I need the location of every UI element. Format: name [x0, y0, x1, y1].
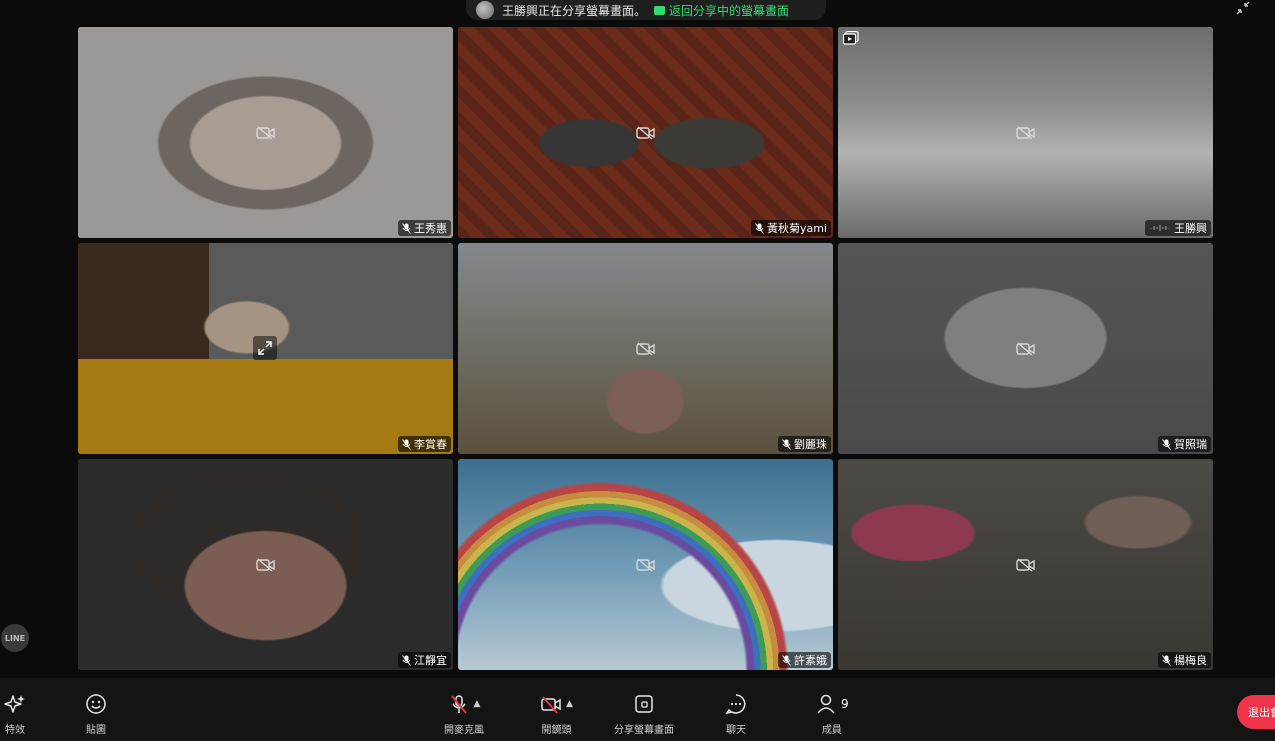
share-screen-label: 分享螢幕畫面	[614, 725, 674, 736]
return-to-share-button[interactable]: 返回分享中的螢幕畫面	[654, 2, 789, 19]
mic-off-icon	[782, 654, 791, 666]
camera-off-icon	[635, 341, 655, 356]
mic-off-icon	[1162, 438, 1171, 450]
mic-toggle-button[interactable]: ▲ 開麥克風	[444, 692, 484, 736]
mic-off-icon	[402, 654, 411, 666]
chat-label: 聊天	[726, 725, 746, 736]
effects-label: 特效	[5, 725, 25, 736]
camera-off-icon	[541, 696, 561, 714]
participant-tile[interactable]: 黃秋菊yami	[458, 27, 833, 238]
stickers-button[interactable]: 貼圖	[85, 692, 107, 736]
participant-name: 楊梅良	[1174, 654, 1207, 667]
chat-button[interactable]: 聊天	[725, 692, 747, 736]
camera-options-chevron-icon[interactable]: ▲	[566, 699, 573, 709]
participant-name-tag: 劉麗珠	[778, 436, 831, 452]
participant-name: 李賞春	[414, 438, 447, 451]
mic-label: 開麥克風	[444, 725, 484, 736]
expand-icon[interactable]	[253, 336, 277, 360]
camera-off-icon	[255, 125, 275, 140]
participant-tile[interactable]: 劉麗珠	[458, 243, 833, 454]
screen-share-banner: 王勝興正在分享螢幕畫面。 返回分享中的螢幕畫面	[466, 0, 826, 20]
participant-name-tag: 黃秋菊yami	[750, 220, 831, 236]
mic-off-icon	[450, 695, 467, 714]
mic-off-icon	[755, 222, 764, 234]
participant-name: 王秀惠	[414, 222, 447, 235]
camera-off-icon	[1015, 125, 1035, 140]
participant-tile[interactable]: 楊梅良	[838, 459, 1213, 670]
return-to-share-label: 返回分享中的螢幕畫面	[669, 3, 790, 18]
chat-bubble-icon	[725, 694, 746, 715]
participant-tile[interactable]: 許素娥	[458, 459, 833, 670]
sharing-status-text: 王勝興正在分享螢幕畫面。	[502, 3, 647, 18]
members-label: 成員	[821, 725, 842, 736]
share-screen-button[interactable]: 分享螢幕畫面	[614, 692, 674, 736]
camera-label: 開鏡頭	[541, 725, 572, 736]
shared-screen-icon	[843, 31, 859, 45]
minimize-icon[interactable]	[1233, 0, 1253, 16]
participant-name: 劉麗珠	[794, 438, 827, 451]
participant-name-tag: 楊梅良	[1158, 652, 1211, 668]
participant-name-tag: 許素娥	[778, 652, 831, 668]
line-logo-icon[interactable]: LINE	[1, 624, 29, 652]
participant-name-tag: 賀照瑞	[1158, 436, 1211, 452]
mic-off-icon	[402, 222, 411, 234]
active-speaker-tile[interactable]: 王勝興	[838, 27, 1213, 238]
camera-toggle-button[interactable]: ▲ 開鏡頭	[540, 692, 573, 736]
camera-off-icon	[1015, 341, 1035, 356]
mic-off-icon	[782, 438, 791, 450]
camera-off-icon	[255, 557, 275, 572]
camera-off-icon	[635, 125, 655, 140]
person-icon	[817, 694, 835, 714]
participant-name: 賀照瑞	[1174, 438, 1207, 451]
sparkle-icon	[4, 695, 25, 713]
share-screen-icon	[635, 695, 653, 713]
mic-options-chevron-icon[interactable]: ▲	[474, 699, 481, 709]
screen-icon	[654, 5, 666, 15]
members-count: 9	[841, 697, 849, 711]
participant-tile[interactable]: 王秀惠	[78, 27, 453, 238]
participant-name: 江靜宜	[414, 654, 447, 667]
smiley-icon	[86, 694, 106, 714]
sharer-avatar	[476, 1, 494, 19]
participant-tile[interactable]: 李賞春	[78, 243, 453, 454]
stickers-label: 貼圖	[86, 725, 106, 736]
participant-name: 許素娥	[794, 654, 827, 667]
camera-off-icon	[635, 557, 655, 572]
participant-tile[interactable]: 江靜宜	[78, 459, 453, 670]
participant-name-tag: 王秀惠	[398, 220, 451, 236]
participant-grid: 王秀惠 黃秋菊yami 王勝興 李賞春 劉麗珠 賀照瑞 江靜宜 許素娥 楊梅良	[78, 27, 1213, 670]
speaking-indicator-icon	[1150, 225, 1170, 231]
effects-button[interactable]: 特效	[4, 692, 26, 736]
meeting-toolbar: 特效 貼圖 ▲ 開麥克風 ▲ 開鏡頭 分享螢幕畫面 聊天 9 成員	[0, 678, 1275, 741]
mic-off-icon	[1162, 654, 1171, 666]
participant-name-tag: 江靜宜	[398, 652, 451, 668]
participant-name: 王勝興	[1174, 222, 1207, 235]
participant-name: 黃秋菊yami	[766, 222, 827, 235]
participant-name-tag: 王勝興	[1145, 220, 1211, 236]
camera-off-icon	[1015, 557, 1035, 572]
participant-tile[interactable]: 賀照瑞	[838, 243, 1213, 454]
members-button[interactable]: 9 成員	[815, 692, 849, 736]
participant-name-tag: 李賞春	[398, 436, 451, 452]
leave-meeting-button[interactable]: 退出會	[1237, 695, 1275, 729]
mic-off-icon	[402, 438, 411, 450]
